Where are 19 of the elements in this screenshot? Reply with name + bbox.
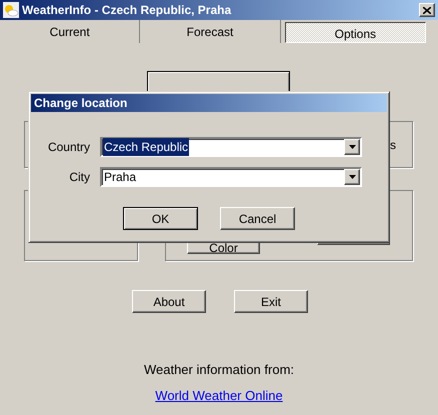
dialog-button[interactable]: OK	[123, 207, 198, 230]
field-label: Country	[46, 139, 90, 156]
dropdown-field[interactable]: Praha	[100, 167, 362, 187]
window-title: WeatherInfo - Czech Republic, Praha	[22, 2, 232, 19]
field-label: City	[68, 169, 90, 186]
tab[interactable]: Forecast	[140, 20, 281, 43]
close-icon	[423, 6, 431, 14]
dialog-button[interactable]: Cancel	[220, 207, 295, 230]
close-button[interactable]	[419, 3, 435, 17]
dropdown-field[interactable]: Czech Republic	[100, 137, 362, 157]
source-caption: Weather information from:	[142, 361, 296, 379]
tab[interactable]: Options	[284, 22, 426, 43]
option-label: s	[390, 136, 396, 154]
app-icon	[3, 2, 19, 18]
dialog-title: Change location	[31, 94, 387, 112]
source-link[interactable]: World Weather Online	[155, 388, 283, 402]
exit-button[interactable]: Exit	[234, 290, 308, 313]
tab[interactable]: Current	[0, 20, 140, 43]
about-button[interactable]: About	[132, 290, 206, 313]
